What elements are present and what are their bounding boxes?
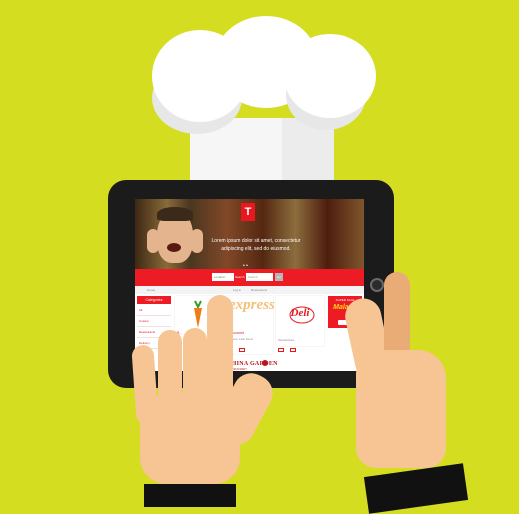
deli-logo: Deli xyxy=(290,307,310,319)
category-item[interactable]: Cuisine xyxy=(137,316,171,327)
express-logo: express xyxy=(229,297,275,313)
hero-text: Lorem ipsum dolor sit amet, consectetur … xyxy=(211,238,301,252)
right-palm xyxy=(356,350,446,468)
location-input[interactable]: Location xyxy=(212,273,234,281)
china-garden-logo[interactable]: CHINA GARDEN xyxy=(227,361,278,367)
tablet-home-button[interactable] xyxy=(370,278,384,292)
right-sleeve xyxy=(363,463,469,514)
sub-link-login[interactable]: Log in xyxy=(233,288,241,292)
card-action-button[interactable] xyxy=(278,348,284,352)
sub-navigation xyxy=(135,286,364,294)
sub-link-home[interactable]: Home xyxy=(147,288,155,292)
categories-title: Categories xyxy=(137,296,171,304)
sub-link-restaurants[interactable]: Restaurants xyxy=(251,288,267,292)
carrot-icon xyxy=(194,300,202,328)
search-input[interactable]: Search xyxy=(246,273,273,281)
left-sleeve xyxy=(144,484,236,507)
search-divider-label: Search xyxy=(235,275,245,279)
chef-hat-puff-right xyxy=(284,34,376,118)
card-action-button[interactable] xyxy=(290,348,296,352)
hero-person-hair xyxy=(157,207,193,221)
hero-person-mouth xyxy=(167,243,181,252)
category-item[interactable]: All xyxy=(137,305,171,316)
card-subtitle: Sandwiches xyxy=(278,338,295,342)
search-button[interactable]: Go xyxy=(275,273,283,281)
card-action-button[interactable] xyxy=(239,348,245,352)
site-logo[interactable]: T xyxy=(241,203,255,221)
